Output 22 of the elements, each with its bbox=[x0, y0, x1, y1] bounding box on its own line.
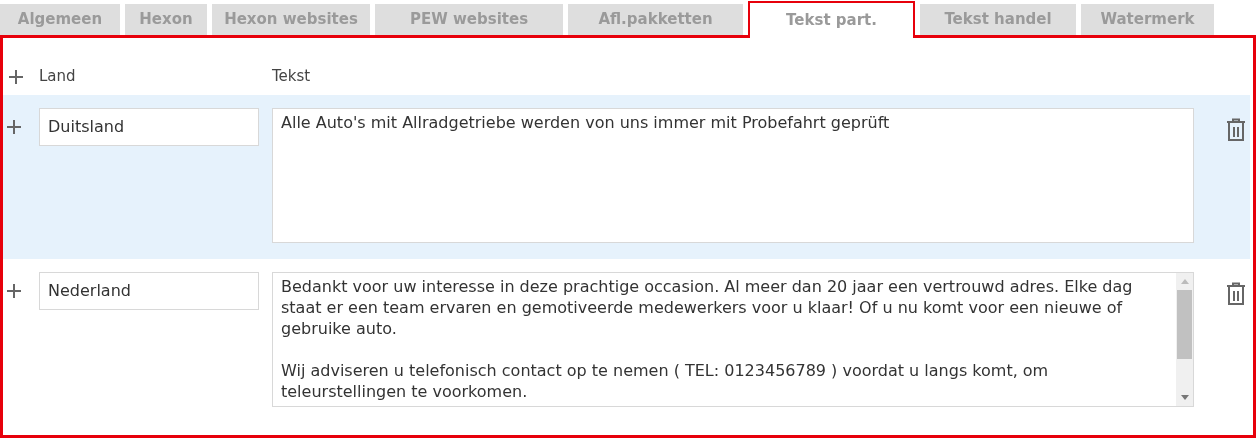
table-row[interactable]: Duitsland Alle Auto's mit Allradgetriebe werden von uns immer mit Probefahrt geprüft bbox=[3, 95, 1250, 259]
scrollbar[interactable] bbox=[1176, 273, 1193, 406]
text-area[interactable]: Bedankt voor uw interesse in deze prachtige occasion. Al meer dan 20 jaar een vertrouwd adres. Elke dag staat er een team ervaren en gemotiveerde medewerkers voor u klaar! Of u nu komt voor een nieuwe of gebruike auto. Wij adviseren u telefonisch contact op te nemen ( TEL: 0123456789 ) voordat u langs komt, om teleurstellingen te voorkomen. bbox=[272, 272, 1194, 407]
land-field[interactable]: Duitsland bbox=[39, 108, 259, 146]
tab[interactable]: Watermerk bbox=[1081, 4, 1214, 35]
tab[interactable]: Algemeen bbox=[0, 4, 120, 35]
tab[interactable]: Tekst part. bbox=[748, 1, 915, 38]
land-field[interactable]: Nederland bbox=[39, 272, 259, 310]
plus-icon[interactable] bbox=[9, 69, 23, 84]
text-area[interactable]: Alle Auto's mit Allradgetriebe werden von uns immer mit Probefahrt geprüft bbox=[272, 108, 1194, 243]
trash-icon[interactable] bbox=[1226, 118, 1246, 142]
plus-icon[interactable] bbox=[7, 120, 21, 134]
tab[interactable]: PEW websites bbox=[375, 4, 563, 35]
plus-icon[interactable] bbox=[7, 284, 21, 298]
column-header: Tekst bbox=[272, 66, 311, 88]
column-header: Land bbox=[39, 66, 77, 88]
tab[interactable]: Hexon bbox=[125, 4, 207, 35]
tab[interactable]: Tekst handel bbox=[920, 4, 1076, 35]
tab[interactable]: Afl.pakketten bbox=[568, 4, 743, 35]
trash-icon[interactable] bbox=[1226, 282, 1246, 306]
scroll-down-icon[interactable] bbox=[1180, 395, 1189, 400]
tab[interactable]: Hexon websites bbox=[212, 4, 370, 35]
